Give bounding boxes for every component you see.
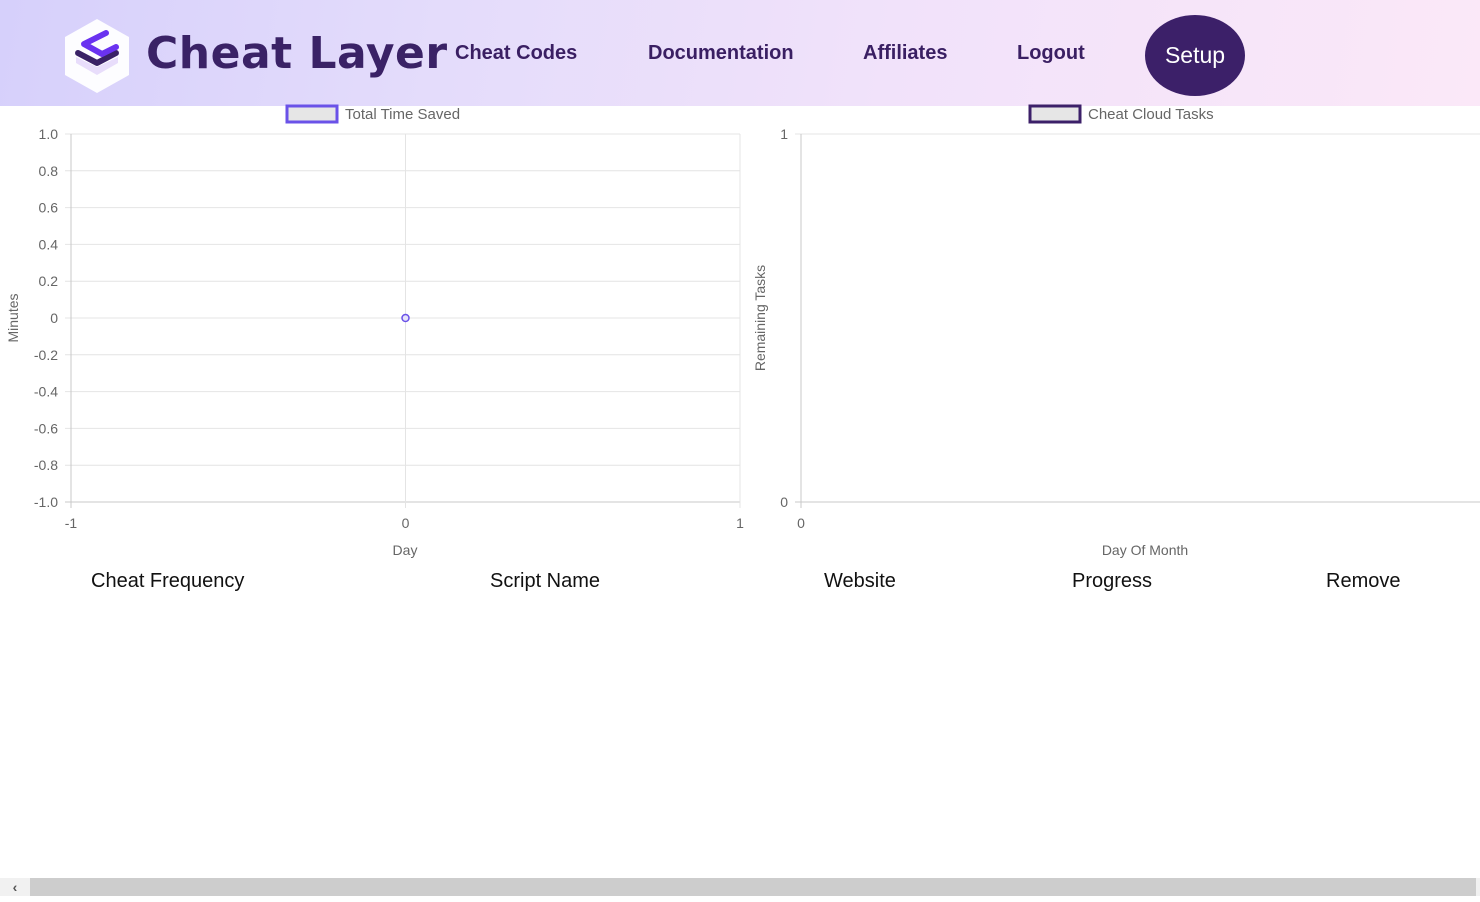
time-saved-chart: Total Time Saved 1.0 0.8 0.6 0.4 0.2 0 -0.2 -0.… <box>5 104 744 558</box>
legend-swatch-time-saved[interactable] <box>285 104 339 124</box>
nav-cheat-codes[interactable]: Cheat Codes <box>455 42 577 65</box>
header: Cheat Layer Cheat Codes Documentation Af… <box>0 0 1480 106</box>
data-point[interactable] <box>401 313 410 323</box>
y-tick-label: 0.2 <box>39 273 59 289</box>
layers-icon[interactable] <box>62 17 132 95</box>
nav-logout[interactable]: Logout <box>1017 42 1085 65</box>
y-tick-label: -0.6 <box>34 420 58 436</box>
y-tick-label: -0.2 <box>34 347 58 363</box>
column-header-website: Website <box>824 570 896 592</box>
column-header-script-name: Script Name <box>490 570 601 592</box>
y-tick-label: 1 <box>780 126 788 142</box>
x-tick-label: 0 <box>402 515 410 531</box>
y-tick-label: 0.8 <box>39 163 59 179</box>
x-axis-label: Day Of Month <box>1102 542 1188 558</box>
y-tick-label: 0.4 <box>39 236 59 252</box>
y-tick-label: 0 <box>780 494 788 510</box>
column-header-cheat-frequency: Cheat Frequency <box>91 570 245 592</box>
x-tick-label: -1 <box>65 515 78 531</box>
y-tick-label: -1.0 <box>34 494 58 510</box>
y-tick-label: -0.4 <box>34 384 58 400</box>
x-tick-label: 0 <box>797 515 805 531</box>
nav-documentation[interactable]: Documentation <box>648 42 794 65</box>
y-axis-label: Minutes <box>5 293 21 342</box>
brand-name[interactable]: Cheat Layer <box>146 28 448 79</box>
legend-label-cloud-tasks[interactable]: Cheat Cloud Tasks <box>1088 106 1214 123</box>
legend-label-time-saved[interactable]: Total Time Saved <box>345 106 460 123</box>
legend-swatch-cloud-tasks[interactable] <box>1028 104 1082 124</box>
scroll-thumb[interactable] <box>30 878 1476 896</box>
horizontal-scrollbar[interactable]: ‹ <box>0 878 1480 896</box>
column-header-remove: Remove <box>1326 570 1401 592</box>
cloud-tasks-chart: Cheat Cloud Tasks 1 0 0 Day Of Month Rema… <box>752 104 1480 558</box>
y-tick-label: 0.6 <box>39 200 59 216</box>
nav-affiliates[interactable]: Affiliates <box>863 42 947 65</box>
y-tick-label: -0.8 <box>34 457 58 473</box>
y-tick-label: 1.0 <box>39 126 59 142</box>
setup-button[interactable]: Setup <box>1145 15 1245 96</box>
column-header-progress: Progress <box>1072 570 1153 592</box>
y-axis-label: Remaining Tasks <box>752 265 768 371</box>
x-axis-label: Day <box>393 542 418 558</box>
y-tick-label: 0 <box>50 310 58 326</box>
scroll-left-arrow-icon[interactable]: ‹ <box>0 878 30 896</box>
